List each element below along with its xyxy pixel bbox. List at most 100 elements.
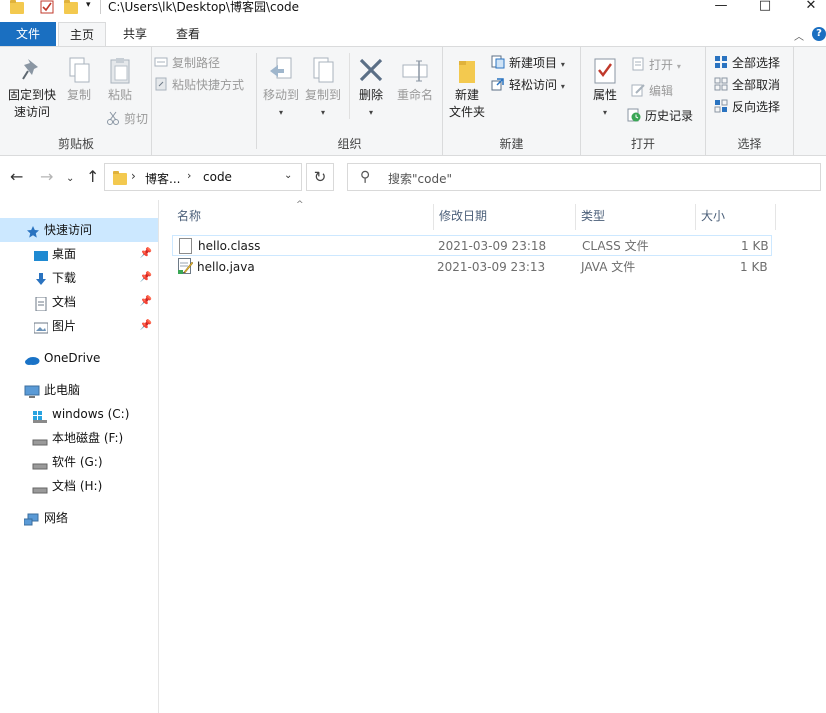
close-button[interactable]: ✕ bbox=[788, 0, 826, 14]
move-to-button[interactable]: 移动到 ▾ bbox=[261, 51, 301, 121]
rename-button[interactable]: 重命名 bbox=[393, 51, 437, 104]
invert-selection-button[interactable]: 反向选择 bbox=[714, 97, 780, 117]
column-header-name[interactable]: 名称 bbox=[172, 204, 434, 230]
pictures-icon bbox=[33, 319, 49, 334]
tab-home[interactable]: 主页 bbox=[58, 22, 106, 47]
nav-onedrive[interactable]: OneDrive bbox=[0, 346, 158, 370]
copy-path-button[interactable]: 复制路径 bbox=[154, 53, 220, 73]
help-icon[interactable]: ? bbox=[812, 27, 826, 41]
delete-caret-icon: ▾ bbox=[368, 108, 373, 117]
drive-icon bbox=[32, 479, 48, 494]
tab-file[interactable]: 文件 bbox=[0, 22, 56, 46]
breadcrumb-segment[interactable]: 博客... bbox=[145, 170, 180, 187]
clipboard-group: 固定到快 速访问 复制 粘贴 复制路径 粘贴快捷方式 剪切 剪贴板 bbox=[0, 47, 244, 155]
breadcrumb-segment[interactable]: code bbox=[203, 170, 232, 184]
file-name: hello.class bbox=[198, 239, 261, 253]
search-input[interactable]: ⚲ 搜索"code" bbox=[347, 163, 821, 191]
open-label: 打开 bbox=[649, 58, 674, 72]
minimize-button[interactable]: — bbox=[698, 0, 744, 14]
nav-item-downloads[interactable]: 下载 📌 bbox=[0, 266, 158, 290]
address-bar[interactable]: › 博客... › code ⌄ bbox=[104, 163, 302, 191]
nav-network[interactable]: 网络 bbox=[0, 506, 158, 530]
open-button[interactable]: 打开 ▾ bbox=[631, 55, 681, 75]
maximize-button[interactable]: □ bbox=[742, 0, 788, 14]
paste-button[interactable]: 粘贴 bbox=[102, 51, 138, 104]
breadcrumb-separator-icon[interactable]: › bbox=[131, 169, 136, 183]
copy-button[interactable]: 复制 bbox=[62, 51, 96, 104]
nav-drive-label: 本地磁盘 (F:) bbox=[52, 431, 124, 445]
delete-button[interactable]: 删除 ▾ bbox=[353, 51, 389, 121]
recent-locations-icon[interactable]: ⌄ bbox=[66, 170, 74, 188]
properties-quick-icon[interactable] bbox=[40, 0, 54, 14]
up-button[interactable]: ↑ bbox=[86, 168, 99, 186]
select-none-icon bbox=[714, 77, 728, 91]
back-button[interactable]: ← bbox=[10, 168, 23, 186]
nav-item-label: 下载 bbox=[52, 271, 77, 285]
history-button[interactable]: 历史记录 bbox=[627, 106, 693, 126]
file-modified: 2021-03-09 23:18 bbox=[438, 239, 547, 253]
edit-button[interactable]: 编辑 bbox=[631, 81, 673, 101]
nav-quick-access[interactable]: 快速访问 bbox=[0, 218, 158, 242]
new-folder-quick-icon[interactable] bbox=[64, 0, 78, 14]
pin-icon[interactable]: 📌 bbox=[140, 266, 152, 290]
nav-drive-c[interactable]: windows (C:) bbox=[0, 402, 158, 426]
address-history-dropdown-icon[interactable]: ⌄ bbox=[284, 170, 292, 181]
navigation-pane: 快速访问 桌面 📌 下载 📌 文档 📌 图片 📌 OneDrive 此电脑 wi… bbox=[0, 200, 159, 713]
copy-icon bbox=[67, 57, 91, 83]
nav-drive-f[interactable]: 本地磁盘 (F:) bbox=[0, 426, 158, 450]
ribbon-collapse-icon[interactable]: ︿ bbox=[794, 28, 804, 43]
forward-button[interactable]: → bbox=[40, 168, 53, 186]
new-folder-button[interactable]: 新建 文件夹 bbox=[447, 51, 487, 121]
pin-icon[interactable]: 📌 bbox=[140, 242, 152, 266]
file-type: JAVA 文件 bbox=[581, 260, 636, 274]
delete-label: 删除 bbox=[358, 88, 383, 102]
copy-to-icon bbox=[310, 57, 336, 83]
nav-item-pictures[interactable]: 图片 📌 bbox=[0, 314, 158, 338]
easy-access-button[interactable]: 轻松访问 ▾ bbox=[491, 75, 565, 95]
copy-to-button[interactable]: 复制到 ▾ bbox=[301, 51, 345, 121]
new-item-icon bbox=[491, 55, 505, 69]
file-row[interactable]: hello.java 2021-03-09 23:13 JAVA 文件 1 KB bbox=[172, 257, 772, 278]
tab-view[interactable]: 查看 bbox=[164, 22, 212, 46]
file-row[interactable]: hello.class 2021-03-09 23:18 CLASS 文件 1 … bbox=[172, 235, 772, 256]
nav-this-pc[interactable]: 此电脑 bbox=[0, 378, 158, 402]
column-header-modified[interactable]: 修改日期 bbox=[434, 204, 576, 230]
column-header-type[interactable]: 类型 bbox=[576, 204, 696, 230]
cut-button[interactable]: 剪切 bbox=[106, 109, 148, 129]
search-placeholder: 搜索"code" bbox=[388, 172, 452, 186]
pin-quick-access-button[interactable]: 固定到快 速访问 bbox=[4, 51, 60, 121]
paste-shortcut-button[interactable]: 粘贴快捷方式 bbox=[154, 75, 244, 95]
select-all-button[interactable]: 全部选择 bbox=[714, 53, 780, 73]
nav-drive-label: 软件 (G:) bbox=[52, 455, 103, 469]
drive-icon bbox=[32, 455, 48, 470]
select-none-button[interactable]: 全部取消 bbox=[714, 75, 780, 95]
nav-drive-g[interactable]: 软件 (G:) bbox=[0, 450, 158, 474]
network-icon bbox=[23, 511, 39, 526]
ribbon: 固定到快 速访问 复制 粘贴 复制路径 粘贴快捷方式 剪切 剪贴板 移动到 ▾ … bbox=[0, 46, 826, 156]
breadcrumb-separator-icon[interactable]: › bbox=[187, 169, 191, 182]
refresh-button[interactable]: ↻ bbox=[306, 163, 334, 191]
column-header-size[interactable]: 大小 bbox=[696, 204, 776, 230]
nav-drive-label: 文档 (H:) bbox=[52, 479, 103, 493]
copy-path-label: 复制路径 bbox=[172, 56, 221, 70]
open-group: 属性 ▾ 打开 ▾ 编辑 历史记录 打开 bbox=[581, 47, 706, 155]
edit-label: 编辑 bbox=[649, 84, 674, 98]
folder-icon bbox=[10, 0, 24, 14]
paste-shortcut-icon bbox=[154, 77, 168, 91]
pin-icon[interactable]: 📌 bbox=[140, 290, 152, 314]
address-folder-icon bbox=[113, 171, 127, 185]
pin-icon[interactable]: 📌 bbox=[140, 314, 152, 338]
file-size: 1 KB bbox=[741, 239, 769, 253]
download-icon bbox=[34, 271, 48, 285]
open-icon bbox=[631, 57, 645, 71]
nav-drive-h[interactable]: 文档 (H:) bbox=[0, 474, 158, 498]
pin-icon bbox=[20, 57, 44, 83]
nav-item-desktop[interactable]: 桌面 📌 bbox=[0, 242, 158, 266]
computer-icon bbox=[24, 383, 40, 398]
invert-selection-label: 反向选择 bbox=[732, 100, 781, 114]
quick-access-dropdown-icon[interactable]: ▾ bbox=[86, 0, 91, 10]
tab-share[interactable]: 共享 bbox=[112, 22, 158, 46]
new-item-button[interactable]: 新建项目 ▾ bbox=[491, 53, 565, 73]
nav-item-documents[interactable]: 文档 📌 bbox=[0, 290, 158, 314]
properties-button[interactable]: 属性 ▾ bbox=[587, 51, 623, 121]
